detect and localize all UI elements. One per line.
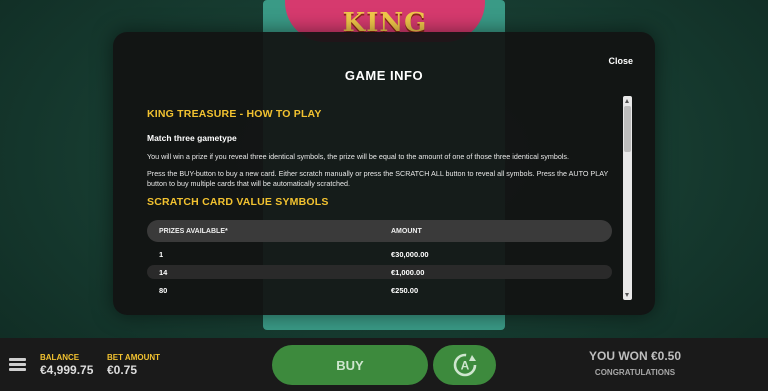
prize-amount: €250.00: [391, 285, 419, 295]
bottom-bar: BALANCE €4,999.75 BET AMOUNT €0.75 BUY A…: [0, 338, 768, 391]
congratulations-text: CONGRATULATIONS: [594, 368, 676, 377]
prizes-available-header: PRIZES AVAILABLE*: [159, 227, 228, 235]
win-amount: YOU WON €0.50: [588, 349, 682, 363]
scroll-down-icon[interactable]: [625, 293, 629, 297]
how-to-play-heading: KING TREASURE - HOW TO PLAY: [147, 108, 322, 120]
game-info-modal: GAME INFO Close KING TREASURE - HOW TO P…: [113, 32, 655, 315]
autoplay-icon: A: [453, 353, 476, 377]
bet-amount-value[interactable]: €0.75: [107, 363, 137, 377]
buy-button[interactable]: BUY: [272, 345, 428, 385]
scrollbar[interactable]: [623, 96, 632, 300]
modal-title: GAME INFO: [344, 68, 424, 83]
table-row: 14 €1,000.00: [147, 265, 612, 279]
prize-amount: €1,000.00: [391, 267, 425, 277]
gametype-label: Match three gametype: [147, 133, 237, 143]
menu-icon[interactable]: [9, 358, 26, 371]
balance-value: €4,999.75: [40, 363, 94, 377]
amount-header: AMOUNT: [391, 227, 422, 235]
prize-count: 14: [159, 267, 168, 277]
prize-count: 1: [159, 249, 164, 259]
scrollbar-thumb[interactable]: [624, 106, 631, 152]
rules-paragraph-2: Press the BUY-button to buy a new card. …: [147, 169, 609, 188]
autoplay-button[interactable]: A: [433, 345, 496, 385]
svg-text:A: A: [460, 359, 469, 373]
info-content[interactable]: KING TREASURE - HOW TO PLAY Match three …: [147, 108, 619, 300]
prize-count: 80: [159, 285, 168, 295]
bet-amount-label: BET AMOUNT: [107, 353, 161, 362]
table-row: 80 €250.00: [147, 283, 612, 297]
prize-table: PRIZES AVAILABLE* AMOUNT 1 €30,000.00 14…: [147, 220, 612, 297]
prize-amount: €30,000.00: [391, 249, 429, 259]
table-row: 1 €30,000.00: [147, 247, 612, 261]
rules-paragraph-1: You will win a prize if you reveal three…: [147, 152, 570, 161]
balance-label: BALANCE: [40, 353, 80, 362]
prize-table-header: PRIZES AVAILABLE* AMOUNT: [147, 220, 612, 242]
close-button[interactable]: Close: [608, 56, 633, 66]
scroll-up-icon[interactable]: [625, 99, 629, 103]
symbols-heading: SCRATCH CARD VALUE SYMBOLS: [147, 196, 329, 208]
